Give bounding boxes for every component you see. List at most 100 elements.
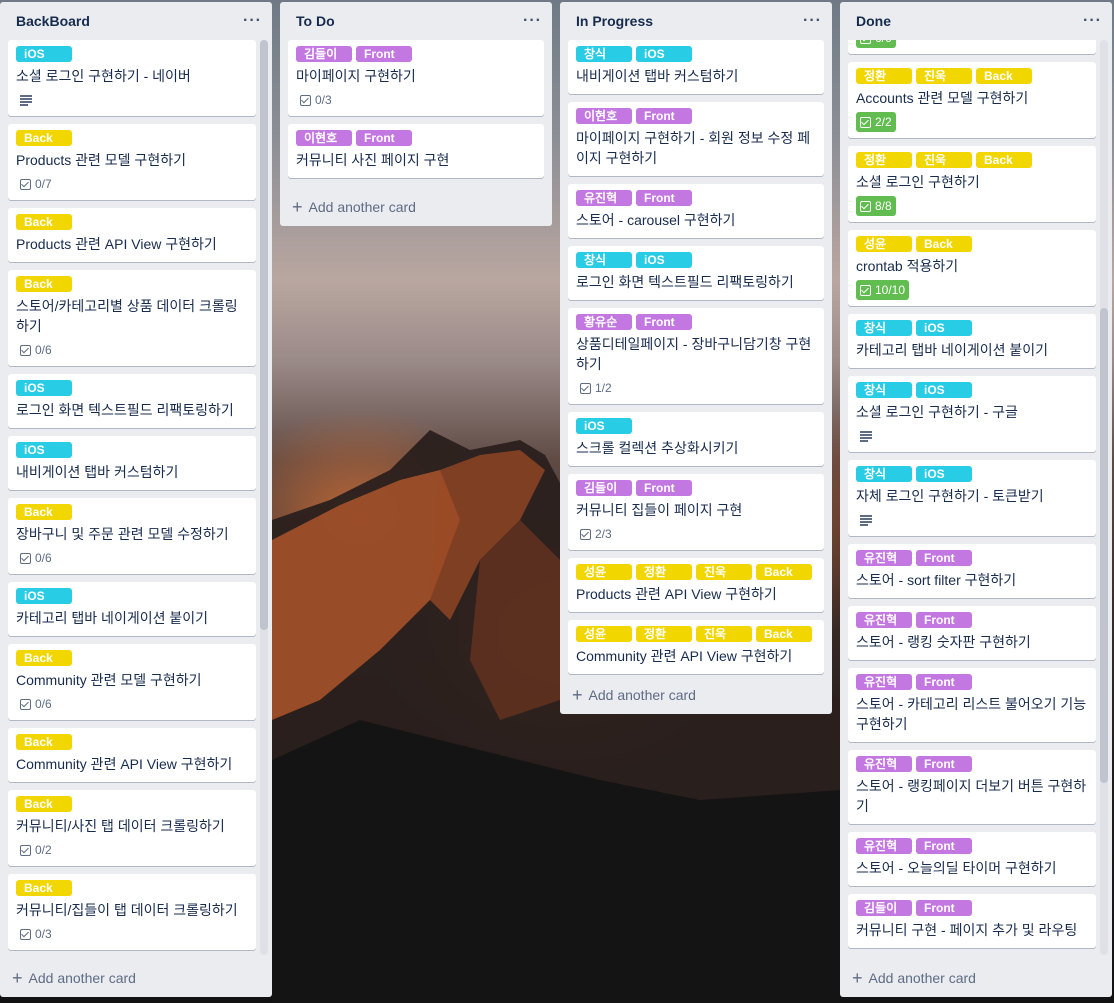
card-label[interactable]: iOS <box>16 46 72 62</box>
list-item[interactable]: 창식 iOS 로그인 화면 텍스트필드 리팩토링하기 <box>568 246 824 300</box>
list-item[interactable]: 유진혁 Front 스토어 - 오늘의딜 타이머 구현하기 <box>848 832 1096 886</box>
scrollbar-thumb[interactable] <box>1100 308 1108 783</box>
list-item[interactable]: 성윤 Back crontab 적용하기 10/10 <box>848 230 1096 306</box>
list-item[interactable]: 유진혁 Front 스토어 - 랭킹 숫자판 구현하기 <box>848 606 1096 660</box>
list-item[interactable]: 이현호 Front 커뮤니티 사진 페이지 구현 <box>288 124 544 178</box>
list-item[interactable]: 성윤 정환 진욱 Back Community 관련 API View 구현하기 <box>568 620 824 674</box>
card-label[interactable]: Back <box>756 564 812 580</box>
card-label[interactable]: Back <box>16 650 72 666</box>
list-item[interactable]: 정환 진욱 Back 소셜 로그인 구현하기 8/8 <box>848 146 1096 222</box>
card-label[interactable]: iOS <box>16 380 72 396</box>
list-item[interactable]: 유진혁 Front 스토어 - sort filter 구현하기 <box>848 544 1096 598</box>
scrollbar[interactable] <box>1100 40 1108 955</box>
card-label[interactable]: 창식 <box>856 382 912 398</box>
card-label[interactable]: 창식 <box>856 320 912 336</box>
list-item[interactable]: Back Products 관련 API View 구현하기 <box>8 208 256 262</box>
card-label[interactable]: 성윤 <box>856 236 912 252</box>
card-label[interactable]: Back <box>16 796 72 812</box>
list-item[interactable]: 6/6 <box>848 40 1096 54</box>
list-item[interactable]: iOS 스크롤 컬렉션 추상화시키기 <box>568 412 824 466</box>
list-menu-icon[interactable]: ··· <box>243 13 262 29</box>
list-item[interactable]: Back Products 관련 모델 구현하기 0/7 <box>8 124 256 200</box>
card-label[interactable]: Front <box>356 130 412 146</box>
list-item[interactable]: iOS 카테고리 탭바 네이게이션 붙이기 <box>8 582 256 636</box>
card-label[interactable]: Back <box>16 734 72 750</box>
card-label[interactable]: 성윤 <box>576 626 632 642</box>
list-item[interactable]: 창식 iOS 카테고리 탭바 네이게이션 붙이기 <box>848 314 1096 368</box>
card-label[interactable]: 유진혁 <box>856 674 912 690</box>
card-label[interactable]: 이현호 <box>296 130 352 146</box>
card-label[interactable]: 창식 <box>856 466 912 482</box>
card-label[interactable]: Front <box>916 838 972 854</box>
card-label[interactable]: 김들이 <box>856 900 912 916</box>
card-label[interactable]: 정환 <box>856 68 912 84</box>
card-label[interactable]: Back <box>16 130 72 146</box>
add-card-button[interactable]: + Add another card <box>840 959 1112 997</box>
card-label[interactable]: 정환 <box>636 626 692 642</box>
list-item[interactable]: 창식 iOS 소셜 로그인 구현하기 - 구글 <box>848 376 1096 452</box>
card-label[interactable]: Front <box>916 550 972 566</box>
card-label[interactable]: iOS <box>576 418 632 434</box>
card-label[interactable]: Front <box>916 674 972 690</box>
card-label[interactable]: 유진혁 <box>856 612 912 628</box>
card-label[interactable]: 진욱 <box>696 626 752 642</box>
card-label[interactable]: 이현호 <box>576 108 632 124</box>
list-item[interactable]: Back 커뮤니티/사진 탭 데이터 크롤링하기 0/2 <box>8 790 256 866</box>
list-item[interactable]: Back Community 관련 모델 구현하기 0/6 <box>8 644 256 720</box>
list-item[interactable]: 유진혁 Front 스토어 - 카테고리 리스트 불어오기 기능 구현하기 <box>848 668 1096 742</box>
list-title[interactable]: Done <box>856 13 891 29</box>
card-label[interactable]: iOS <box>636 252 692 268</box>
add-card-button[interactable]: + Add another card <box>280 188 552 226</box>
card-label[interactable]: iOS <box>636 46 692 62</box>
add-card-button[interactable]: + Add another card <box>0 959 272 997</box>
card-label[interactable]: iOS <box>16 442 72 458</box>
card-label[interactable]: Front <box>916 900 972 916</box>
card-label[interactable]: iOS <box>916 466 972 482</box>
card-label[interactable]: 유진혁 <box>856 550 912 566</box>
list-item[interactable]: 창식 iOS 자체 로그인 구현하기 - 토큰받기 <box>848 460 1096 536</box>
card-label[interactable]: 김들이 <box>576 480 632 496</box>
list-item[interactable]: Back Community 관련 API View 구현하기 <box>8 728 256 782</box>
list-item[interactable]: iOS 로그인 화면 텍스트필드 리팩토링하기 <box>8 374 256 428</box>
card-label[interactable]: 진욱 <box>916 152 972 168</box>
card-label[interactable]: Front <box>916 612 972 628</box>
card-label[interactable]: Front <box>636 314 692 330</box>
card-label[interactable]: Back <box>976 152 1032 168</box>
scrollbar[interactable] <box>260 40 268 955</box>
card-label[interactable]: 정환 <box>636 564 692 580</box>
card-label[interactable]: 창식 <box>576 46 632 62</box>
list-item[interactable]: Back 스토어/카테고리별 상품 데이터 크롤링하기 0/6 <box>8 270 256 366</box>
list-menu-icon[interactable]: ··· <box>1083 13 1102 29</box>
list-item[interactable]: 성윤 정환 진욱 Back Products 관련 API View 구현하기 <box>568 558 824 612</box>
card-label[interactable]: iOS <box>916 320 972 336</box>
list-item[interactable]: iOS 내비게이션 탭바 커스텀하기 <box>8 436 256 490</box>
add-card-button[interactable]: + Add another card <box>560 676 832 714</box>
card-label[interactable]: 정환 <box>856 152 912 168</box>
card-label[interactable]: Front <box>636 480 692 496</box>
card-label[interactable]: Back <box>976 68 1032 84</box>
card-label[interactable]: Back <box>756 626 812 642</box>
card-label[interactable]: Back <box>16 504 72 520</box>
card-label[interactable]: 유진혁 <box>576 190 632 206</box>
card-label[interactable]: 진욱 <box>916 68 972 84</box>
scrollbar-thumb[interactable] <box>260 40 268 630</box>
list-item[interactable]: 김들이 Front 커뮤니티 구현 - 페이지 추가 및 라우팅 <box>848 894 1096 948</box>
card-label[interactable]: Front <box>636 190 692 206</box>
card-label[interactable]: Back <box>916 236 972 252</box>
card-label[interactable]: 유진혁 <box>856 838 912 854</box>
list-item[interactable]: 김들이 Front 마이페이지 구현하기 0/3 <box>288 40 544 116</box>
list-item[interactable]: 유진혁 Front 스토어 - carousel 구현하기 <box>568 184 824 238</box>
card-label[interactable]: iOS <box>916 382 972 398</box>
card-label[interactable]: Front <box>636 108 692 124</box>
card-label[interactable]: 유진혁 <box>856 756 912 772</box>
list-menu-icon[interactable]: ··· <box>803 13 822 29</box>
list-title[interactable]: To Do <box>296 13 335 29</box>
list-item[interactable]: 창식 iOS 내비게이션 탭바 커스텀하기 <box>568 40 824 94</box>
card-label[interactable]: Front <box>916 756 972 772</box>
card-label[interactable]: 진욱 <box>696 564 752 580</box>
list-title[interactable]: In Progress <box>576 13 653 29</box>
card-label[interactable]: iOS <box>16 588 72 604</box>
list-item[interactable]: 정환 진욱 Back Accounts 관련 모델 구현하기 2/2 <box>848 62 1096 138</box>
list-item[interactable]: 이현호 Front 마이페이지 구현하기 - 회원 정보 수정 페이지 구현하기 <box>568 102 824 176</box>
list-item[interactable]: 유진혁 Front 스토어 - 랭킹페이지 더보기 버튼 구현하기 <box>848 750 1096 824</box>
